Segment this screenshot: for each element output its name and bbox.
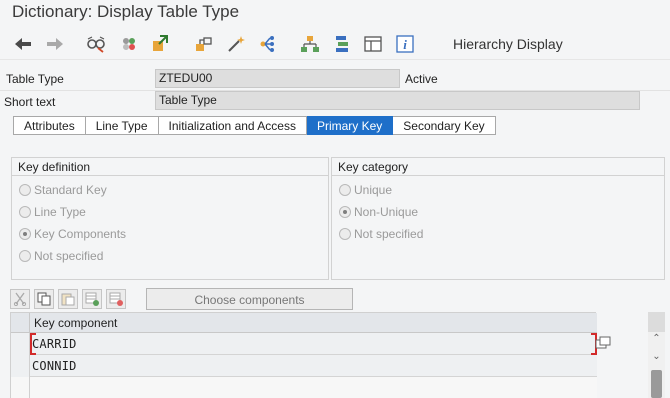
key-component-cell[interactable]: CONNID [32, 359, 77, 373]
scrollbar-header [648, 312, 665, 332]
key-definition-title: Key definition [12, 158, 328, 176]
info-icon[interactable]: i [394, 33, 416, 55]
short-text-label: Short text [4, 95, 56, 109]
insert-row-icon[interactable] [82, 289, 102, 309]
radio-button[interactable] [339, 228, 351, 240]
value-help-icon[interactable] [595, 336, 611, 350]
tab-strip: Attributes Line Type Initialization and … [13, 116, 496, 135]
table-row[interactable]: CARRID [11, 333, 597, 355]
table-type-label: Table Type [6, 72, 64, 86]
short-text-field[interactable]: Table Type [155, 91, 640, 110]
cut-icon[interactable] [10, 289, 30, 309]
radio-line-type[interactable]: Line Type [19, 204, 86, 220]
radio-unique[interactable]: Unique [339, 182, 392, 198]
radio-label: Not specified [34, 249, 104, 263]
radio-button[interactable] [339, 184, 351, 196]
application-toolbar: i Hierarchy Display [0, 28, 670, 60]
radio-button[interactable] [19, 228, 31, 240]
scroll-up-icon[interactable]: ⌃ [648, 332, 665, 346]
key-category-group: Key category Unique Non-Unique Not speci… [331, 157, 665, 280]
radio-button[interactable] [19, 250, 31, 262]
radio-label: Standard Key [34, 183, 107, 197]
key-component-column-header[interactable]: Key component [34, 316, 117, 330]
hierarchy-icon[interactable] [299, 33, 321, 55]
window-title: Dictionary: Display Table Type [12, 2, 240, 21]
tab-line-type[interactable]: Line Type [85, 116, 159, 135]
key-definition-group: Key definition Standard Key Line Type Ke… [11, 157, 329, 280]
tab-secondary-key[interactable]: Secondary Key [393, 116, 496, 135]
row-selector[interactable] [11, 377, 30, 398]
table-row[interactable] [11, 377, 597, 398]
radio-button[interactable] [19, 184, 31, 196]
delete-row-icon[interactable] [106, 289, 126, 309]
tab-attributes[interactable]: Attributes [13, 116, 86, 135]
radio-non-unique[interactable]: Non-Unique [339, 204, 418, 220]
activate-icon[interactable] [149, 33, 171, 55]
paste-icon[interactable] [58, 289, 78, 309]
key-component-table: Key component CARRID CONNID [10, 312, 597, 398]
radio-label: Not specified [354, 227, 424, 241]
key-category-title: Key category [332, 158, 664, 176]
scroll-down-icon[interactable]: ⌄ [648, 350, 665, 364]
navigation-icon[interactable] [257, 33, 279, 55]
radio-category-not-specified[interactable]: Not specified [339, 226, 423, 242]
tab-initialization-and-access[interactable]: Initialization and Access [158, 116, 307, 135]
forward-icon[interactable] [44, 33, 66, 55]
hierarchy-display-button[interactable]: Hierarchy Display [453, 36, 563, 52]
table-type-field[interactable]: ZTEDU00 [155, 69, 400, 88]
vertical-scrollbar[interactable]: ⌃ ⌄ [648, 312, 665, 398]
radio-label: Unique [354, 183, 393, 197]
row-selector[interactable] [11, 355, 30, 377]
row-selector[interactable] [11, 333, 30, 355]
key-component-cell[interactable]: CARRID [32, 337, 77, 351]
magic-wand-icon[interactable] [225, 33, 247, 55]
scrollbar-thumb[interactable] [651, 370, 662, 398]
radio-key-components[interactable]: Key Components [19, 226, 126, 242]
title-bar: Dictionary: Display Table Type [0, 0, 670, 28]
radio-button[interactable] [339, 206, 351, 218]
radio-not-specified[interactable]: Not specified [19, 248, 103, 264]
radio-standard-key[interactable]: Standard Key [19, 182, 107, 198]
radio-label: Line Type [34, 205, 86, 219]
display-change-icon[interactable] [118, 33, 140, 55]
layout-icon[interactable] [362, 33, 384, 55]
copy-icon[interactable] [34, 289, 54, 309]
select-all-cell[interactable] [11, 313, 30, 333]
radio-label: Non-Unique [354, 205, 419, 219]
other-object-icon[interactable] [85, 33, 107, 55]
back-icon[interactable] [12, 33, 34, 55]
where-used-icon[interactable] [193, 33, 215, 55]
choose-components-button[interactable]: Choose components [146, 288, 353, 310]
stack-icon[interactable] [331, 33, 353, 55]
table-row[interactable]: CONNID [11, 355, 597, 377]
svg-text:i: i [403, 37, 407, 52]
radio-button[interactable] [19, 206, 31, 218]
tab-primary-key[interactable]: Primary Key [306, 116, 394, 135]
activation-status: Active [405, 72, 438, 86]
radio-label: Key Components [34, 227, 127, 241]
table-header: Key component [11, 313, 597, 333]
cell-focus-marker [30, 333, 36, 355]
